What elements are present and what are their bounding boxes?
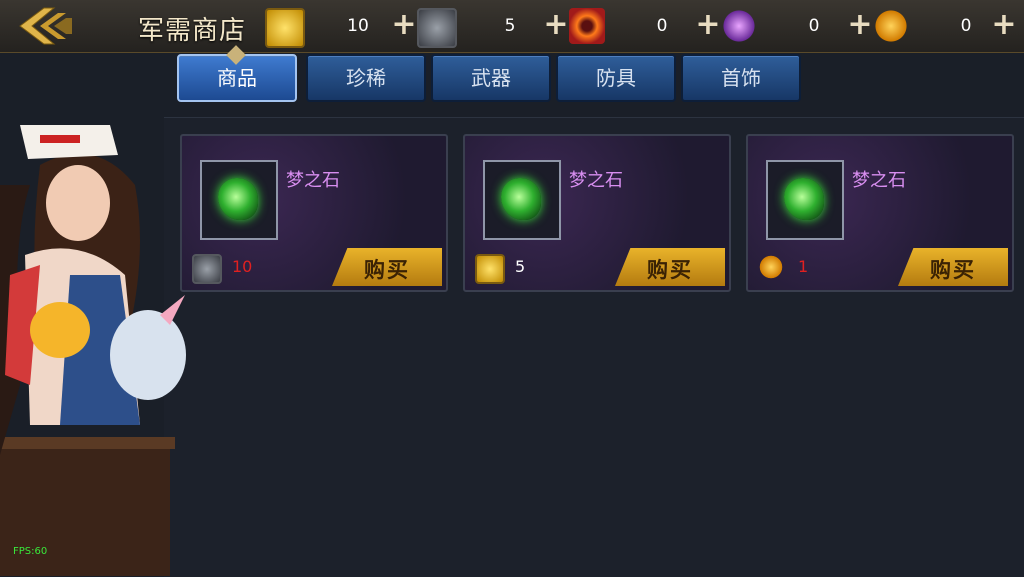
add-currency-button[interactable]: + bbox=[989, 8, 1019, 44]
buy-label: 购买 bbox=[647, 258, 693, 282]
currency-ring: 0 + bbox=[569, 8, 729, 44]
dream-stone-icon bbox=[784, 178, 824, 220]
currency-gold: 10 + bbox=[265, 8, 425, 48]
item-slot[interactable] bbox=[483, 160, 561, 240]
buy-label: 购买 bbox=[364, 258, 410, 282]
back-button[interactable] bbox=[14, 4, 76, 48]
silver-cube-icon bbox=[417, 8, 457, 48]
tab-rare[interactable]: 珍稀 bbox=[306, 54, 426, 102]
back-arrow-icon bbox=[19, 7, 72, 45]
tab-armor[interactable]: 防具 bbox=[556, 54, 676, 102]
unicorn-pet bbox=[110, 310, 186, 400]
gold-cube-icon bbox=[265, 8, 305, 48]
currency-silver: 5 + bbox=[417, 8, 577, 48]
shop-item-card: 梦之石 10 购买 bbox=[180, 134, 448, 292]
item-slot[interactable] bbox=[766, 160, 844, 240]
shop-item-card: 梦之石 5 购买 bbox=[463, 134, 731, 292]
currency-purple: 0 + bbox=[721, 8, 881, 44]
add-currency-button[interactable]: + bbox=[541, 8, 571, 44]
item-slot[interactable] bbox=[200, 160, 278, 240]
yellow-bird-pet bbox=[30, 302, 90, 358]
dream-stone-icon bbox=[501, 178, 541, 220]
fps-counter: FPS:60 bbox=[13, 546, 48, 557]
tab-weapons[interactable]: 武器 bbox=[431, 54, 551, 102]
item-price: 10 bbox=[232, 257, 253, 276]
buy-label: 购买 bbox=[930, 258, 976, 282]
fire-ring-icon bbox=[569, 8, 605, 44]
item-price: 5 bbox=[515, 257, 526, 276]
add-currency-button[interactable]: + bbox=[389, 8, 419, 44]
buy-button[interactable]: 购买 bbox=[898, 248, 1008, 286]
purple-orb-icon bbox=[721, 8, 757, 44]
gold-cube-icon bbox=[475, 254, 505, 284]
item-name: 梦之石 bbox=[286, 170, 340, 191]
amber-gem-icon bbox=[873, 8, 909, 44]
shop-item-card: 梦之石 1 购买 bbox=[746, 134, 1014, 292]
top-bar: 军需商店 10 + 5 + 0 + 0 + 0 + bbox=[0, 0, 1024, 53]
amber-gem-icon bbox=[758, 254, 784, 280]
silver-cube-icon bbox=[192, 254, 222, 284]
add-currency-button[interactable]: + bbox=[693, 8, 723, 44]
face-shape bbox=[46, 165, 110, 241]
buy-button[interactable]: 购买 bbox=[615, 248, 725, 286]
tab-jewelry[interactable]: 首饰 bbox=[681, 54, 801, 102]
page-title: 军需商店 bbox=[138, 16, 247, 46]
currency-amber: 0 + bbox=[873, 8, 1023, 44]
item-price: 1 bbox=[798, 257, 809, 276]
character-portrait bbox=[0, 125, 186, 576]
item-name: 梦之石 bbox=[852, 170, 906, 191]
add-currency-button[interactable]: + bbox=[845, 8, 875, 44]
dream-stone-icon bbox=[218, 178, 258, 220]
item-name: 梦之石 bbox=[569, 170, 623, 191]
buy-button[interactable]: 购买 bbox=[332, 248, 442, 286]
